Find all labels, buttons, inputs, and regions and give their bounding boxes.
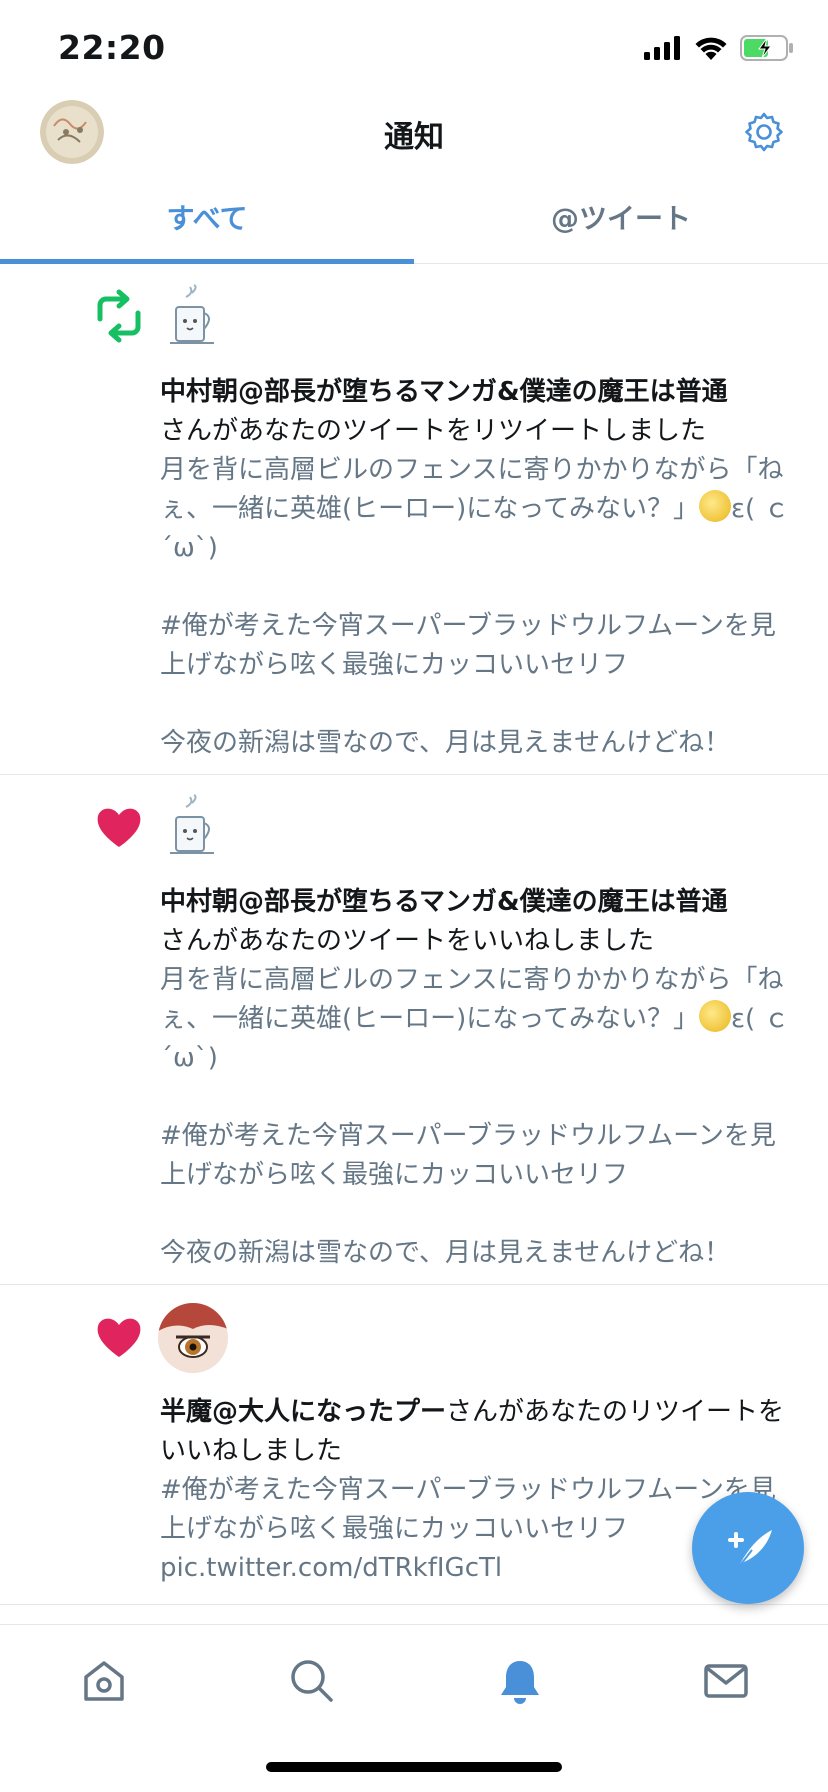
page-title: 通知	[384, 120, 444, 155]
bell-icon[interactable]	[494, 1655, 546, 1707]
action-text: さんがあなたのツイートをいいねしました	[160, 926, 655, 956]
user-avatar[interactable]	[158, 1303, 228, 1373]
tweet-snippet: 月を背に高層ビルのフェンスに寄りかかりながら「ねぇ、一緒に英雄(ヒーロー)になっ…	[160, 961, 790, 1273]
notification-actor-line: 中村朝@部長が堕ちるマンガ&僕達の魔王は普通 さんがあなたのツイートをいいねしま…	[160, 883, 790, 961]
notification-actor-line: 半魔@大人になったプーさんがあなたのリツイートをいいねしました	[160, 1393, 790, 1471]
mail-icon[interactable]	[700, 1655, 752, 1707]
status-time: 22:20	[58, 28, 166, 67]
heart-icon	[97, 808, 141, 847]
tab-all[interactable]: すべて	[0, 188, 414, 264]
user-name[interactable]: 中村朝@部長が堕ちるマンガ&僕達の魔王は普通	[160, 377, 728, 407]
status-icons	[644, 34, 794, 62]
home-indicator	[266, 1762, 562, 1772]
notification-item[interactable]: 中村朝@部長が堕ちるマンガ&僕達の魔王は普通 さんがあなたのツイートをリツイート…	[0, 265, 828, 775]
search-icon[interactable]	[286, 1655, 338, 1707]
tweet-snippet-text: 月を背に高層ビルのフェンスに寄りかかりながら「ねぇ、一緒に英雄(ヒーロー)になっ…	[160, 965, 784, 1034]
full-moon-emoji	[699, 490, 731, 522]
tweet-snippet-text: 月を背に高層ビルのフェンスに寄りかかりながら「ねぇ、一緒に英雄(ヒーロー)になっ…	[160, 455, 784, 524]
wifi-icon	[695, 37, 727, 60]
user-avatar[interactable]	[158, 283, 228, 353]
battery-charging-icon	[740, 35, 793, 61]
heart-icon	[97, 1318, 141, 1357]
gear-icon[interactable]	[742, 110, 786, 154]
compose-tweet-button[interactable]	[692, 1492, 804, 1604]
status-bar: 22:20	[0, 0, 828, 98]
action-text: さんがあなたのツイートをリツイートしました	[160, 416, 707, 446]
tab-mentions[interactable]: @ツイート	[414, 188, 828, 263]
navigation-header: 通知	[0, 98, 828, 188]
notification-actor-line: 中村朝@部長が堕ちるマンガ&僕達の魔王は普通 さんがあなたのツイートをリツイート…	[160, 373, 790, 451]
tweet-snippet-text-continued: ε( ｃ´ω`) #俺が考えた今宵スーパーブラッドウルフムーンを見上げながら呟く…	[160, 494, 790, 758]
notification-tabs: すべて @ツイート	[0, 188, 828, 264]
user-name[interactable]: 中村朝@部長が堕ちるマンガ&僕達の魔王は普通	[160, 887, 728, 917]
home-icon[interactable]	[78, 1655, 130, 1707]
retweet-icon	[97, 289, 141, 343]
compose-tweet-icon	[728, 1530, 772, 1569]
user-avatar[interactable]	[158, 793, 228, 863]
user-name[interactable]: 半魔@大人になったプー	[160, 1397, 446, 1427]
full-moon-emoji	[699, 1000, 731, 1032]
tweet-snippet-text-continued: ε( ｃ´ω`) #俺が考えた今宵スーパーブラッドウルフムーンを見上げながら呟く…	[160, 1004, 790, 1268]
notification-item[interactable]: 中村朝@部長が堕ちるマンガ&僕達の魔王は普通 さんがあなたのツイートをいいねしま…	[0, 775, 828, 1285]
cellular-signal-icon	[644, 36, 680, 60]
tweet-snippet: 月を背に高層ビルのフェンスに寄りかかりながら「ねぇ、一緒に英雄(ヒーロー)になっ…	[160, 451, 790, 763]
notification-body: 中村朝@部長が堕ちるマンガ&僕達の魔王は普通 さんがあなたのツイートをいいねしま…	[160, 883, 790, 1273]
notification-feed: 中村朝@部長が堕ちるマンガ&僕達の魔王は普通 さんがあなたのツイートをリツイート…	[0, 265, 828, 1605]
notification-body: 中村朝@部長が堕ちるマンガ&僕達の魔王は普通 さんがあなたのツイートをリツイート…	[160, 373, 790, 763]
